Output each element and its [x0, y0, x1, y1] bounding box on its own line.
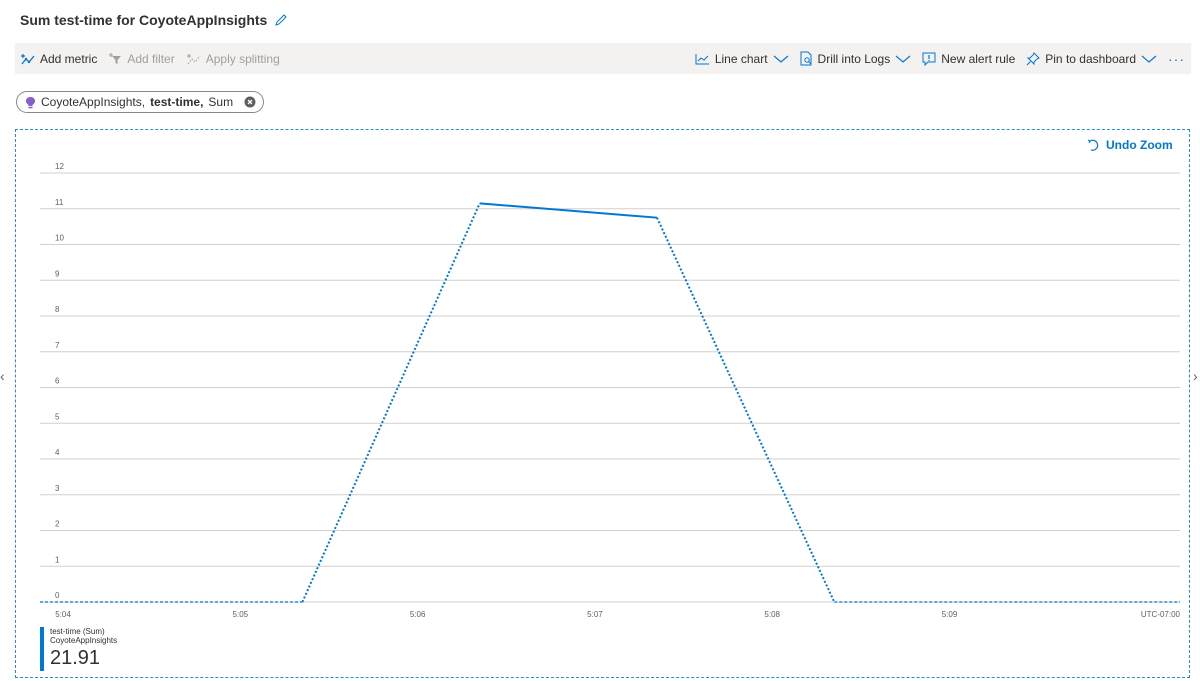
y-tick-label: 7: [55, 341, 60, 350]
y-tick-label: 9: [55, 269, 60, 278]
x-axis-timezone-label: UTC-07:00: [1141, 610, 1181, 619]
legend-series-label: test-time (Sum): [50, 627, 105, 636]
legend-resource: CoyoteAppInsights: [50, 636, 118, 645]
series-segment: [479, 202, 658, 219]
y-tick-label: 2: [55, 520, 60, 529]
x-tick-label: 5:07: [587, 610, 603, 619]
x-tick-label: 5:06: [410, 610, 426, 619]
x-tick-label: 5:09: [942, 610, 958, 619]
legend-color-bar: [40, 627, 44, 671]
x-tick-label: 5:04: [55, 610, 71, 619]
series-segment: [656, 217, 836, 603]
y-tick-label: 0: [55, 591, 60, 600]
y-tick-label: 3: [55, 484, 60, 493]
line-chart: 01234567891011125:04 5:05 5:06 5:07 5:08 5:09…: [40, 162, 1181, 619]
y-tick-label: 1: [55, 555, 60, 564]
y-tick-label: 11: [55, 198, 64, 207]
x-tick-label: 5:05: [233, 610, 249, 619]
chart-legend: test-time (Sum) CoyoteAppInsights 21.91: [40, 627, 117, 671]
y-tick-label: 6: [55, 377, 60, 386]
y-tick-label: 4: [55, 448, 60, 457]
y-tick-label: 8: [55, 305, 60, 314]
x-tick-label: 5:08: [764, 610, 780, 619]
y-tick-label: 10: [55, 234, 64, 243]
series-segment: [301, 202, 481, 603]
y-tick-label: 12: [55, 162, 64, 171]
legend-value: 21.91: [50, 647, 101, 669]
y-tick-label: 5: [55, 412, 60, 421]
